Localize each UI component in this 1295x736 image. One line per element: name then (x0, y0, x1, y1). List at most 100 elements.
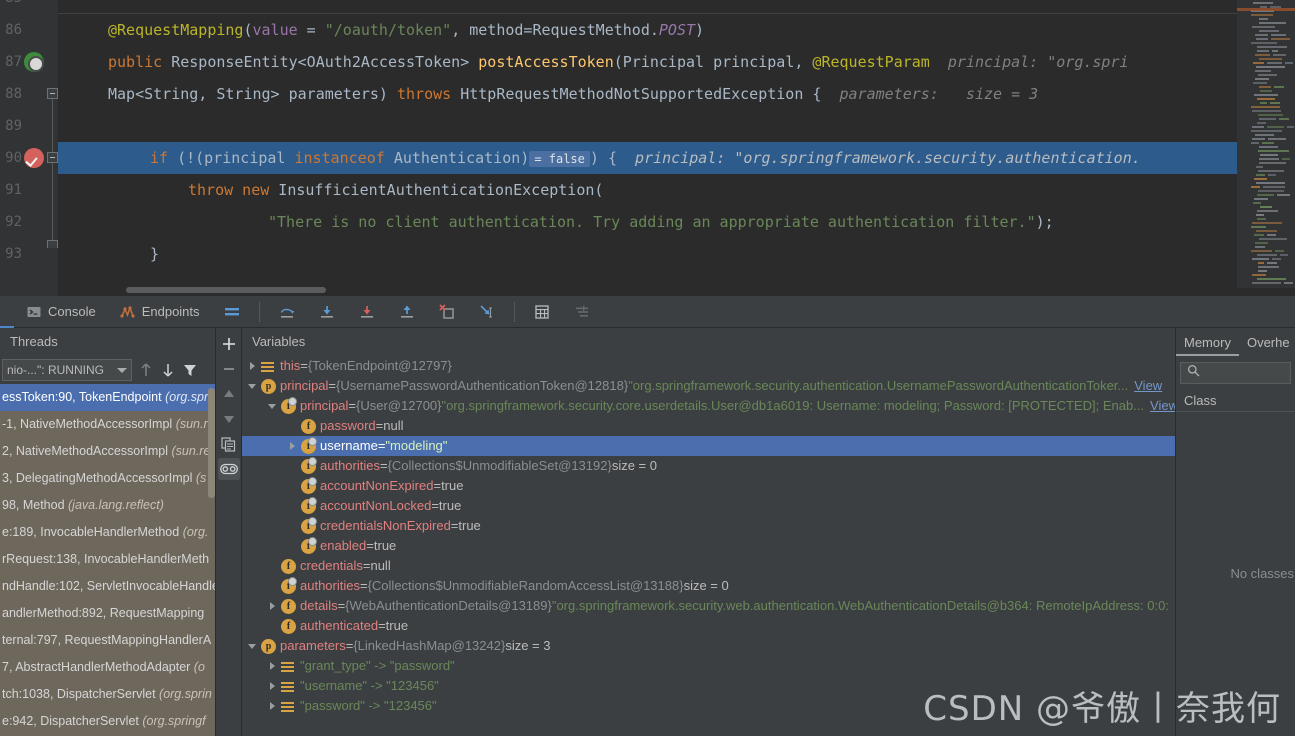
drop-frame-button[interactable] (427, 296, 467, 328)
move-watch-down-button[interactable] (218, 408, 240, 430)
variable-row[interactable]: f authenticated = true (242, 616, 1175, 636)
remove-watch-button[interactable] (218, 358, 240, 380)
variable-row[interactable]: f authorities = {Collections$Unmodifiable… (242, 576, 1175, 596)
variable-row[interactable]: f authorities = {Collections$Unmodifiable… (242, 456, 1175, 476)
variable-row[interactable]: f accountNonLocked = true (242, 496, 1175, 516)
memory-search-input[interactable] (1200, 366, 1285, 380)
keyword-token: throws (396, 85, 452, 103)
code-minimap[interactable] (1237, 0, 1295, 288)
view-value-link[interactable]: View (1150, 396, 1175, 416)
tab-debugger[interactable] (0, 296, 14, 328)
variable-row[interactable]: f credentialsNonExpired = true (242, 516, 1175, 536)
editor-horizontal-scrollbar[interactable] (126, 287, 326, 293)
variable-row[interactable]: "grant_type" -> "password" (242, 656, 1175, 676)
variable-row[interactable]: f username = "modeling" (242, 436, 1175, 456)
tree-toggle-right-icon[interactable] (268, 681, 278, 691)
stack-frame-row[interactable]: 2, NativeMethodAccessorImpl (sun.re (0, 438, 215, 465)
stack-frame-row[interactable]: rRequest:138, InvocableHandlerMeth (0, 546, 215, 573)
variable-row[interactable]: f accountNonExpired = true (242, 476, 1175, 496)
tab-console[interactable]: Console (14, 296, 108, 328)
code-editor[interactable]: 85 86 87 88 89 90 91 92 93 @RequestMappi… (0, 0, 1295, 296)
copy-value-button[interactable] (218, 433, 240, 455)
thread-selector-bar[interactable]: nio-...": RUNNING (0, 356, 215, 384)
step-over-icon (279, 304, 295, 320)
frames-scrollbar[interactable] (208, 388, 215, 498)
variable-row[interactable]: f password = null (242, 416, 1175, 436)
stack-frame-row[interactable]: -1, NativeMethodAccessorImpl (sun.r (0, 411, 215, 438)
evaluate-expression-button[interactable] (522, 296, 562, 328)
code-line-88[interactable]: Map<String, String> parameters) throws H… (58, 78, 1295, 110)
stack-frame-row[interactable]: 98, Method (java.lang.reflect) (0, 492, 215, 519)
variables-tree[interactable]: this = {TokenEndpoint@12797} p principal =… (242, 356, 1175, 736)
code-line-92[interactable]: "There is no client authentication. Try … (58, 206, 1295, 238)
stack-frame-label: ndHandle:102, ServletInvocableHandle (2, 579, 215, 593)
web-endpoint-globe-icon[interactable] (24, 52, 44, 72)
fold-collapse-icon[interactable] (47, 152, 58, 163)
tab-endpoints[interactable]: Endpoints (108, 296, 212, 328)
add-watch-button[interactable] (218, 333, 240, 355)
code-line-91[interactable]: throw new InsufficientAuthenticationExce… (58, 174, 1295, 206)
frames-list[interactable]: essToken:90, TokenEndpoint (org.spr -1, N… (0, 384, 215, 736)
tree-toggle-right-icon[interactable] (268, 601, 278, 611)
variable-row[interactable]: f principal = {User@12700} "org.springfra… (242, 396, 1175, 416)
tree-toggle-right-icon[interactable] (288, 441, 298, 451)
step-over-button[interactable] (267, 296, 307, 328)
code-line-90-current[interactable]: if (!(principal instanceof Authenticatio… (58, 142, 1295, 174)
stack-frame-row[interactable]: essToken:90, TokenEndpoint (org.spr (0, 384, 215, 411)
step-out-button[interactable] (387, 296, 427, 328)
tree-toggle-down-icon[interactable] (248, 381, 258, 391)
stack-frame-row[interactable]: e:942, DispatcherServlet (org.springf (0, 708, 215, 735)
variable-row[interactable]: f credentials = null (242, 556, 1175, 576)
move-up-icon[interactable] (138, 362, 154, 378)
tree-toggle-down-icon[interactable] (268, 401, 278, 411)
tab-overhead[interactable]: Overhe (1239, 330, 1295, 356)
watches-toolbar[interactable] (216, 328, 242, 736)
editor-gutter[interactable]: 85 86 87 88 89 90 91 92 93 (0, 0, 58, 296)
variables-panel[interactable]: Variables this = {TokenEndpoint@12797} p p… (242, 328, 1175, 736)
tree-toggle-right-icon[interactable] (248, 361, 258, 371)
memory-search-field[interactable] (1180, 362, 1291, 384)
settings-lines-button[interactable] (562, 296, 602, 328)
thread-dropdown[interactable]: nio-...": RUNNING (2, 359, 132, 381)
code-line-87[interactable]: public ResponseEntity<OAuth2AccessToken>… (58, 46, 1295, 78)
stack-frame-row[interactable]: ndHandle:102, ServletInvocableHandle (0, 573, 215, 600)
tree-toggle-down-icon[interactable] (248, 641, 258, 651)
tree-toggle-right-icon[interactable] (268, 661, 278, 671)
variable-name: username (320, 438, 378, 453)
move-watch-up-button[interactable] (218, 383, 240, 405)
fold-collapse-icon[interactable] (47, 88, 58, 99)
stack-frame-row[interactable]: ternal:797, RequestMappingHandlerA (0, 627, 215, 654)
run-to-cursor-button[interactable] (467, 296, 507, 328)
code-line-86[interactable]: @RequestMapping(value = "/oauth/token", … (58, 14, 1295, 46)
view-value-link[interactable]: View (1134, 376, 1162, 396)
stack-frame-row[interactable]: e:189, InvocableHandlerMethod (org. (0, 519, 215, 546)
tree-toggle-right-icon[interactable] (268, 701, 278, 711)
minimap-line (1258, 270, 1267, 272)
debug-tool-window[interactable]: Console Endpoints Threads nio-...": RUNN… (0, 296, 1295, 736)
stack-frame-row[interactable]: 3, DelegatingMethodAccessorImpl (s (0, 465, 215, 492)
frames-panel[interactable]: Threads nio-...": RUNNING essToken:90, T… (0, 328, 216, 736)
code-line-93[interactable]: } (58, 238, 1295, 270)
breakpoint-verified-icon[interactable] (24, 148, 44, 168)
variable-row[interactable]: p parameters = {LinkedHashMap@13242} size… (242, 636, 1175, 656)
debug-tabs-toolbar[interactable]: Console Endpoints (0, 296, 1295, 328)
variable-row[interactable]: f details = {WebAuthenticationDetails@131… (242, 596, 1175, 616)
force-step-into-button[interactable] (347, 296, 387, 328)
memory-tabs[interactable]: Memory Overhe (1176, 328, 1295, 356)
variable-row[interactable]: this = {TokenEndpoint@12797} (242, 356, 1175, 376)
stack-frame-row[interactable]: 7, AbstractHandlerMethodAdapter (o (0, 654, 215, 681)
move-down-icon[interactable] (160, 362, 176, 378)
step-into-button[interactable] (307, 296, 347, 328)
watches-toggle-button[interactable] (217, 458, 240, 480)
layout-settings-button[interactable] (212, 296, 252, 328)
tab-memory[interactable]: Memory (1176, 330, 1239, 356)
variable-row[interactable]: p principal = {UsernamePasswordAuthentica… (242, 376, 1175, 396)
stack-frame-row[interactable]: tch:1038, DispatcherServlet (org.sprin (0, 681, 215, 708)
memory-column-header[interactable]: Class (1176, 390, 1295, 412)
filter-icon[interactable] (182, 362, 198, 378)
stack-frame-row[interactable]: andlerMethod:892, RequestMapping (0, 600, 215, 627)
memory-panel[interactable]: Memory Overhe Class No classes l (1175, 328, 1295, 736)
fold-end-icon[interactable] (47, 240, 58, 248)
code-text-area[interactable]: @RequestMapping(value = "/oauth/token", … (58, 0, 1295, 296)
variable-row[interactable]: f enabled = true (242, 536, 1175, 556)
